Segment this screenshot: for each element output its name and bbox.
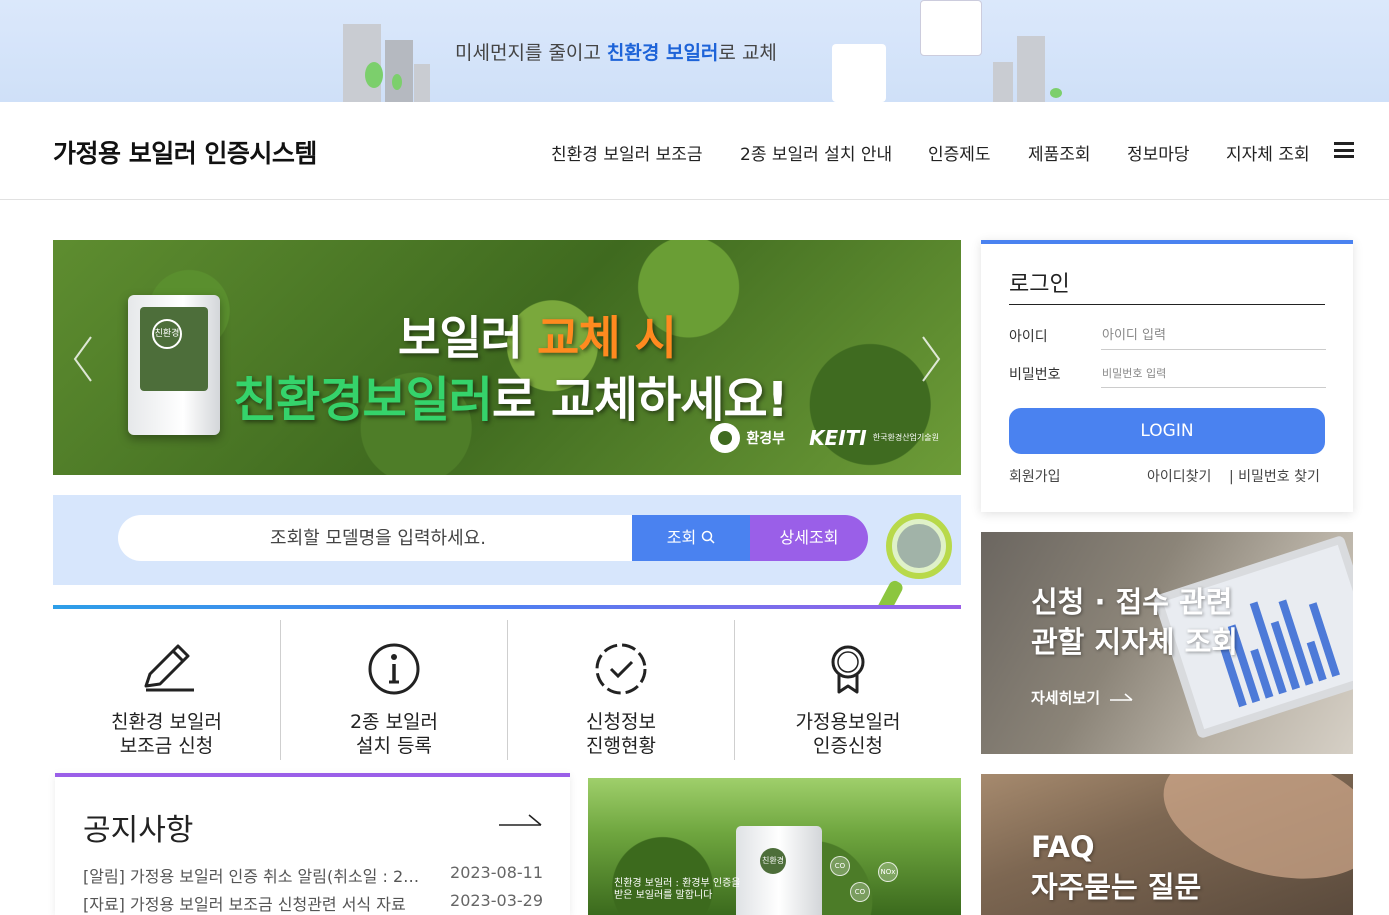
- tree-illustration: [1050, 88, 1062, 98]
- check-circle-icon: [595, 643, 647, 695]
- hero-slider[interactable]: 친환경 보일러 교체 시 친환경보일러로 교체하세요! 환경부 KEITI 한국환…: [53, 240, 961, 475]
- chevron-left-icon[interactable]: [71, 335, 95, 383]
- notice-board: 공지사항 [알림] 가정용 보일러 인증 취소 알림(취소일 : 2023-08…: [55, 773, 570, 915]
- nav-local-gov[interactable]: 지자체 조회: [1226, 140, 1310, 165]
- find-password-link[interactable]: | 비밀번호 찾기: [1229, 466, 1320, 486]
- eco-boiler-banner[interactable]: 친환경 CO NOx CO 친환경 보일러 : 환경부 인증을 받은 보일러를 말…: [588, 778, 961, 915]
- notice-bar: [55, 773, 570, 777]
- search-button[interactable]: 조회: [632, 515, 750, 561]
- nav-product-search[interactable]: 제품조회: [1028, 140, 1091, 165]
- keiti-logo: KEITI 한국환경산업기술원: [809, 426, 939, 450]
- password-label: 비밀번호: [1009, 367, 1061, 383]
- hero-logos: 환경부 KEITI 한국환경산업기술원: [710, 423, 939, 453]
- nav-install-guide[interactable]: 2종 보일러 설치 안내: [740, 140, 892, 165]
- faq-banner[interactable]: FAQ 자주묻는 질문: [981, 774, 1353, 915]
- tree-illustration: [392, 74, 402, 90]
- nav-certification[interactable]: 인증제도: [928, 140, 991, 165]
- magnifier-icon: [877, 513, 952, 616]
- detail-search-button[interactable]: 상세조회: [750, 515, 868, 561]
- quick-label: 가정용보일러 인증신청: [795, 711, 901, 757]
- building-illustration: [993, 62, 1013, 102]
- arrow-right-icon[interactable]: [499, 811, 543, 831]
- boiler-illustration: [920, 0, 982, 56]
- notice-item[interactable]: [알림] 가정용 보일러 인증 취소 알림(취소일 : 2023-08-11)2…: [83, 863, 543, 887]
- building-illustration: [385, 40, 413, 102]
- faq-banner-title: FAQ 자주묻는 질문: [1031, 830, 1202, 904]
- local-gov-banner[interactable]: 신청 · 접수 관련 관할 지자체 조회 자세히보기: [981, 532, 1353, 754]
- arrow-right-icon: [1110, 692, 1133, 701]
- hero-headline-1: 보일러 교체 시: [398, 311, 677, 365]
- quick-label: 2종 보일러 설치 등록: [349, 711, 439, 757]
- award-icon: [831, 645, 865, 694]
- login-panel: 로그인 아이디 비밀번호 LOGIN 회원가입 아이디찾기 | 비밀번호 찾기: [981, 240, 1353, 512]
- id-label: 아이디: [1009, 329, 1048, 345]
- login-button[interactable]: LOGIN: [1009, 408, 1325, 454]
- quick-menu-bar: [53, 605, 961, 609]
- nox-bubble: NOx: [878, 862, 898, 882]
- building-illustration: [1017, 36, 1045, 102]
- notice-title: 공지사항: [83, 813, 194, 848]
- model-search-input[interactable]: [118, 515, 638, 561]
- tree-illustration: [365, 62, 383, 88]
- find-id-link[interactable]: 아이디찾기: [1147, 466, 1211, 486]
- hero-headline-2: 친환경보일러로 교체하세요!: [233, 372, 789, 428]
- promo-banner[interactable]: 미세먼지를 줄이고 친환경 보일러로 교체: [0, 0, 1389, 102]
- quick-label: 친환경 보일러 보조금 신청: [111, 711, 222, 757]
- local-gov-banner-title: 신청 · 접수 관련 관할 지자체 조회: [1031, 585, 1238, 659]
- login-bar: [981, 240, 1353, 244]
- co-bubble: CO: [850, 882, 870, 902]
- password-input[interactable]: [1101, 360, 1326, 388]
- join-link[interactable]: 회원가입: [1009, 466, 1061, 486]
- quick-subsidy-apply[interactable]: 친환경 보일러 보조금 신청: [53, 620, 280, 760]
- notice-item[interactable]: [자료] 가정용 보일러 보조금 신청관련 서식 자료 2023-03-29: [83, 891, 543, 915]
- login-title: 로그인: [1009, 266, 1325, 305]
- site-header: 가정용 보일러 인증시스템 친환경 보일러 보조금 2종 보일러 설치 안내 인…: [0, 102, 1389, 200]
- quick-install-register[interactable]: 2종 보일러 설치 등록: [280, 620, 507, 760]
- purifier-illustration: [832, 44, 886, 102]
- promo-text: 미세먼지를 줄이고 친환경 보일러로 교체: [455, 42, 777, 64]
- info-icon: [368, 643, 420, 695]
- quick-label: 신청정보 진행현황: [586, 711, 656, 757]
- quick-certification-apply[interactable]: 가정용보일러 인증신청: [734, 620, 961, 760]
- pencil-icon: [144, 644, 194, 692]
- model-search-area: 조회 상세조회: [53, 495, 961, 616]
- search-icon: [702, 530, 715, 544]
- quick-menu: 친환경 보일러 보조금 신청 2종 보일러 설치 등록 신청정보 진행현황 가정용보일…: [53, 605, 961, 765]
- moe-logo: 환경부: [710, 423, 785, 453]
- building-illustration: [414, 64, 430, 102]
- nav-info[interactable]: 정보마당: [1127, 140, 1190, 165]
- eco-emblem: 친환경: [760, 848, 786, 874]
- chevron-right-icon[interactable]: [919, 335, 943, 383]
- co-bubble: CO: [830, 856, 850, 876]
- id-input[interactable]: [1101, 322, 1326, 350]
- nav-subsidy[interactable]: 친환경 보일러 보조금: [551, 140, 703, 165]
- forest-banner-text: 친환경 보일러 : 환경부 인증을 받은 보일러를 말합니다: [614, 878, 741, 901]
- boiler-image: 친환경: [736, 826, 822, 915]
- hamburger-menu-icon[interactable]: [1334, 142, 1354, 158]
- site-title[interactable]: 가정용 보일러 인증시스템: [53, 134, 317, 170]
- quick-application-status[interactable]: 신청정보 진행현황: [507, 620, 734, 760]
- more-link[interactable]: 자세히보기: [1031, 687, 1134, 708]
